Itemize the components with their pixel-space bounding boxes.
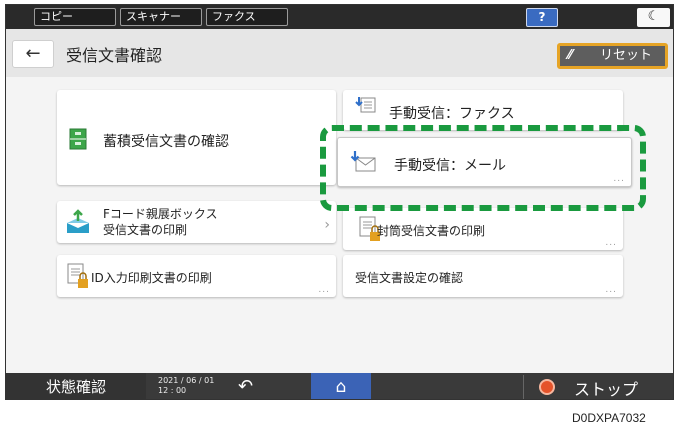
- tile-label: 蓄積受信文書の確認: [103, 134, 229, 150]
- page-title: 受信文書確認: [66, 46, 163, 65]
- cabinet-icon: [69, 128, 87, 150]
- doc-lock-icon: [67, 263, 88, 288]
- home-icon: ⌂: [335, 377, 347, 397]
- undo-icon: ↶: [238, 376, 254, 397]
- tile-receive-settings[interactable]: 受信文書設定の確認 ...: [343, 255, 623, 297]
- more-indicator: ...: [605, 238, 617, 248]
- screen: コピー スキャナー ファクス ? ☾ ← 受信文書確認 ⁄⁄ リセット 蓄積受信…: [5, 4, 674, 400]
- reset-icon: ⁄⁄: [568, 48, 573, 63]
- top-bar: コピー スキャナー ファクス ? ☾: [6, 5, 673, 29]
- reset-button[interactable]: ⁄⁄ リセット: [557, 43, 668, 69]
- more-indicator: ...: [605, 285, 617, 295]
- tab-copy[interactable]: コピー: [34, 8, 116, 26]
- tile-label: 封筒受信文書の印刷: [377, 224, 486, 238]
- time-text: 12 : 00: [158, 386, 187, 395]
- datetime: 2021 / 06 / 01 12 : 00: [158, 376, 214, 396]
- undo-button[interactable]: ↶: [238, 376, 253, 397]
- stop-icon: [539, 379, 555, 395]
- tile-confidential-print[interactable]: 封筒受信文書の印刷 ...: [343, 208, 623, 250]
- reset-label: リセット: [600, 48, 653, 63]
- tile-label-line1: Fコード親展ボックス: [103, 207, 218, 221]
- energy-saver-button[interactable]: ☾: [637, 8, 670, 27]
- box-upload-icon: [67, 209, 89, 233]
- document-code: D0DXPA7032: [572, 411, 646, 425]
- status-check-button[interactable]: 状態確認: [6, 373, 146, 399]
- more-indicator: ...: [318, 285, 330, 295]
- tile-label: 手動受信：ファクス: [389, 106, 515, 122]
- divider: [523, 375, 524, 399]
- date-text: 2021 / 06 / 01: [158, 376, 215, 385]
- fax-receive-icon: [355, 97, 376, 113]
- stop-button[interactable]: ストップ: [574, 376, 638, 399]
- tab-scanner[interactable]: スキャナー: [120, 8, 202, 26]
- tile-manual-fax[interactable]: 手動受信：ファクス: [343, 90, 623, 130]
- moon-icon: ☾: [647, 9, 660, 24]
- help-button[interactable]: ?: [526, 8, 558, 27]
- bottom-bar: 状態確認 2021 / 06 / 01 12 : 00 ↶ ⌂ ストップ: [6, 373, 673, 399]
- tile-id-print[interactable]: ID入力印刷文書の印刷 ...: [57, 255, 336, 297]
- tab-fax[interactable]: ファクス: [206, 8, 288, 26]
- tile-label: 受信文書設定の確認: [355, 271, 464, 285]
- header: ← 受信文書確認 ⁄⁄ リセット: [6, 29, 673, 77]
- tile-label: ID入力印刷文書の印刷: [91, 271, 212, 285]
- chevron-right-icon: ›: [324, 217, 330, 233]
- tile-fcode-box[interactable]: Fコード親展ボックス 受信文書の印刷 ›: [57, 201, 336, 243]
- tile-stored-documents[interactable]: 蓄積受信文書の確認: [57, 90, 336, 185]
- tile-label-line2: 受信文書の印刷: [103, 223, 188, 237]
- arrow-left-icon: ←: [25, 43, 41, 64]
- home-button[interactable]: ⌂: [311, 373, 371, 399]
- highlight-frame: [320, 125, 646, 211]
- back-button[interactable]: ←: [12, 40, 54, 68]
